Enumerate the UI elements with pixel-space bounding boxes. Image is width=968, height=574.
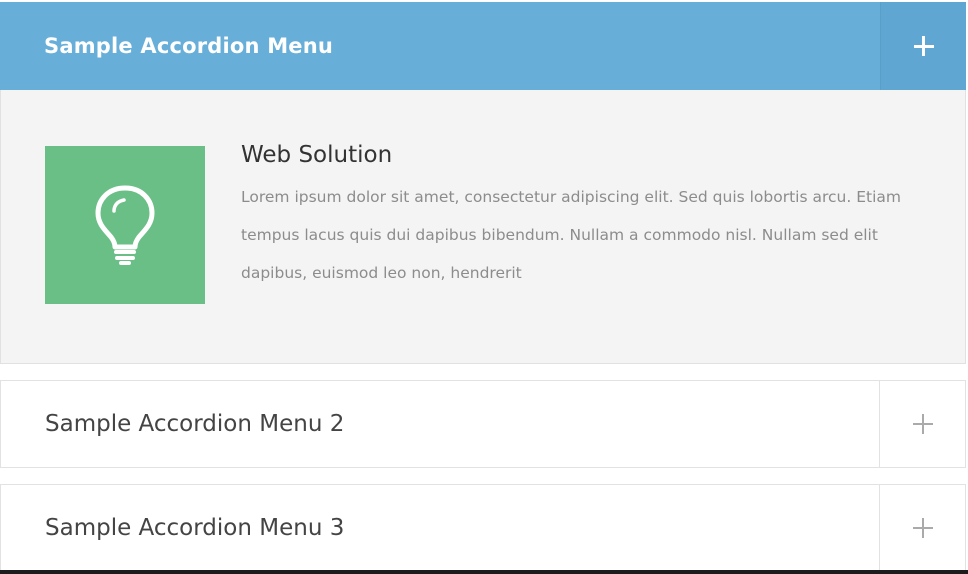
accordion: Sample Accordion Menu Web Solution Lorem… xyxy=(0,2,966,570)
accordion-toggle-button[interactable] xyxy=(879,381,965,467)
plus-icon xyxy=(913,36,934,56)
accordion-header-1[interactable]: Sample Accordion Menu xyxy=(0,2,966,90)
panel-content: Web Solution Lorem ipsum dolor sit amet,… xyxy=(241,142,931,292)
accordion-item-3: Sample Accordion Menu 3 xyxy=(0,484,966,570)
accordion-toggle-button[interactable] xyxy=(880,2,966,90)
lightbulb-icon-svg xyxy=(95,185,155,265)
accordion-panel-1: Web Solution Lorem ipsum dolor sit amet,… xyxy=(0,90,966,364)
accordion-toggle-button[interactable] xyxy=(879,485,965,570)
accordion-item-1: Sample Accordion Menu Web Solution Lorem… xyxy=(0,2,966,364)
accordion-title: Sample Accordion Menu xyxy=(44,34,334,58)
accordion-title: Sample Accordion Menu 3 xyxy=(45,515,345,541)
accordion-item-2: Sample Accordion Menu 2 xyxy=(0,380,966,468)
plus-icon xyxy=(912,414,933,434)
accordion-title: Sample Accordion Menu 2 xyxy=(45,411,345,437)
accordion-header-3[interactable]: Sample Accordion Menu 3 xyxy=(0,484,966,570)
lightbulb-icon xyxy=(45,146,205,304)
panel-heading: Web Solution xyxy=(241,142,393,168)
page: Sample Accordion Menu Web Solution Lorem… xyxy=(0,0,968,574)
panel-body-text: Lorem ipsum dolor sit amet, consectetur … xyxy=(241,188,901,282)
plus-icon xyxy=(912,518,933,538)
accordion-header-2[interactable]: Sample Accordion Menu 2 xyxy=(0,380,966,468)
